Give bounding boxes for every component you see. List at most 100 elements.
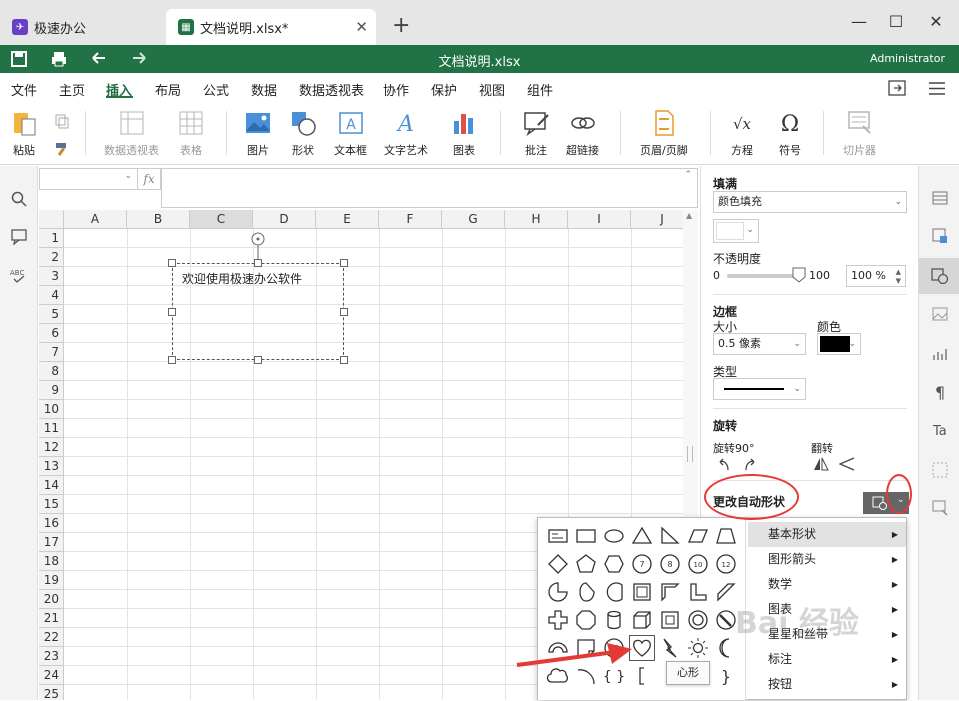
table-settings-tab[interactable] (919, 218, 959, 254)
text-art-settings-tab[interactable]: Ta (919, 412, 959, 448)
parallelogram-shape-icon[interactable] (686, 524, 710, 548)
comments-icon[interactable] (11, 229, 27, 245)
chart-settings-tab[interactable] (919, 336, 959, 372)
pivot-table-button[interactable]: 数据透视表 (104, 109, 159, 158)
menu-file[interactable]: 文件 (11, 80, 37, 99)
header-footer-button[interactable]: 页眉/页脚 (640, 109, 688, 158)
selected-textbox-shape[interactable]: 欢迎使用极速办公软件 (172, 263, 344, 360)
scroll-thumb[interactable] (687, 446, 693, 462)
format-painter-icon[interactable] (54, 141, 70, 157)
comment-button[interactable]: 批注 (522, 109, 550, 158)
lightning-bolt-shape-icon[interactable] (658, 636, 682, 660)
menu-home[interactable]: 主页 (59, 80, 85, 99)
resize-handle[interactable] (340, 308, 348, 316)
symbol-button[interactable]: Ω 符号 (776, 109, 804, 158)
column-header[interactable]: E (316, 210, 379, 229)
row-header[interactable]: 19 (39, 571, 64, 590)
slicer-button[interactable]: 切片器 (843, 109, 876, 158)
new-tab-icon[interactable]: + (392, 13, 410, 38)
menu-formula[interactable]: 公式 (203, 80, 229, 99)
menu-components[interactable]: 组件 (527, 80, 553, 99)
category-math[interactable]: 数学 ▶ (748, 572, 906, 597)
pivot-settings-tab[interactable] (919, 452, 959, 488)
close-window-icon[interactable]: ✕ (926, 12, 946, 32)
minimize-icon[interactable]: — (849, 12, 869, 32)
hyperlink-button[interactable]: 超链接 (566, 109, 599, 158)
equation-button[interactable]: √x 方程 (728, 109, 756, 158)
flip-horizontal-icon[interactable] (813, 457, 829, 471)
row-header[interactable]: 12 (39, 438, 64, 457)
image-button[interactable]: 图片 (244, 109, 272, 158)
scroll-up-icon[interactable]: ▲ (686, 211, 692, 220)
diamond-shape-icon[interactable] (546, 552, 570, 576)
half-frame-shape-icon[interactable] (658, 580, 682, 604)
row-header[interactable]: 21 (39, 609, 64, 628)
row-header[interactable]: 16 (39, 514, 64, 533)
hexagon-shape-icon[interactable] (602, 552, 626, 576)
row-header[interactable]: 15 (39, 495, 64, 514)
redo-icon[interactable] (130, 50, 148, 68)
save-icon[interactable] (10, 50, 28, 68)
menu-protect[interactable]: 保护 (431, 80, 457, 99)
ellipse-shape-icon[interactable] (602, 524, 626, 548)
row-header[interactable]: 10 (39, 400, 64, 419)
paste-button[interactable]: 粘贴 (10, 109, 38, 158)
resize-handle[interactable] (168, 356, 176, 364)
shape-settings-tab[interactable] (919, 258, 959, 294)
select-all-corner[interactable] (39, 210, 64, 229)
close-tab-icon[interactable]: ✕ (355, 18, 368, 36)
row-header[interactable]: 2 (39, 248, 64, 267)
border-type-select[interactable]: ⌄ (713, 378, 806, 400)
image-settings-tab[interactable] (919, 296, 959, 332)
row-header[interactable]: 9 (39, 381, 64, 400)
shape-button[interactable]: 形状 (289, 109, 317, 158)
formula-input[interactable]: ⌃ (161, 168, 698, 208)
fx-button[interactable]: fx (137, 168, 161, 190)
name-box[interactable]: ⌄ (39, 168, 137, 190)
column-header[interactable]: B (127, 210, 190, 229)
print-icon[interactable] (50, 50, 68, 68)
chart-button[interactable]: 图表 (450, 109, 478, 158)
category-arrows[interactable]: 图形箭头 ▶ (748, 547, 906, 572)
donut-shape-icon[interactable] (686, 608, 710, 632)
heptagon-shape-icon[interactable]: 7 (630, 552, 654, 576)
row-header[interactable]: 18 (39, 552, 64, 571)
text-box-shape-icon[interactable] (546, 524, 570, 548)
column-header[interactable]: I (568, 210, 631, 229)
row-header[interactable]: 6 (39, 324, 64, 343)
slicer-settings-tab[interactable] (919, 490, 959, 526)
row-header[interactable]: 20 (39, 590, 64, 609)
column-header[interactable]: F (379, 210, 442, 229)
l-shape-icon[interactable] (686, 580, 710, 604)
can-shape-icon[interactable] (602, 608, 626, 632)
menu-collaborate[interactable]: 协作 (383, 80, 409, 99)
cell-settings-tab[interactable] (919, 180, 959, 216)
resize-handle[interactable] (340, 356, 348, 364)
maximize-icon[interactable]: ☐ (886, 12, 906, 32)
row-header[interactable]: 25 (39, 685, 64, 700)
column-header[interactable]: C (190, 210, 253, 229)
row-header[interactable]: 23 (39, 647, 64, 666)
undo-icon[interactable] (90, 50, 108, 68)
wordart-button[interactable]: A 文字艺术 (384, 109, 428, 158)
row-header[interactable]: 22 (39, 628, 64, 647)
category-basic-shapes[interactable]: 基本形状 ▶ (748, 522, 906, 547)
menu-view[interactable]: 视图 (479, 80, 505, 99)
row-header[interactable]: 17 (39, 533, 64, 552)
flip-vertical-icon[interactable] (839, 457, 855, 471)
collapse-formula-icon[interactable]: ⌃ (684, 170, 692, 180)
copy-icon[interactable] (54, 113, 70, 129)
row-header[interactable]: 8 (39, 362, 64, 381)
sun-shape-icon[interactable] (686, 636, 710, 660)
right-triangle-shape-icon[interactable] (658, 524, 682, 548)
row-header[interactable]: 3 (39, 267, 64, 286)
row-header[interactable]: 1 (39, 229, 64, 248)
menu-pivot[interactable]: 数据透视表 (299, 80, 364, 99)
cube-shape-icon[interactable] (630, 608, 654, 632)
open-location-icon[interactable] (888, 80, 906, 96)
column-header[interactable]: G (442, 210, 505, 229)
plaque-shape-icon[interactable] (574, 608, 598, 632)
decagon-shape-icon[interactable]: 10 (686, 552, 710, 576)
paragraph-settings-tab[interactable]: ¶ (919, 374, 959, 410)
fill-color-picker[interactable]: ⌄ (713, 219, 759, 243)
